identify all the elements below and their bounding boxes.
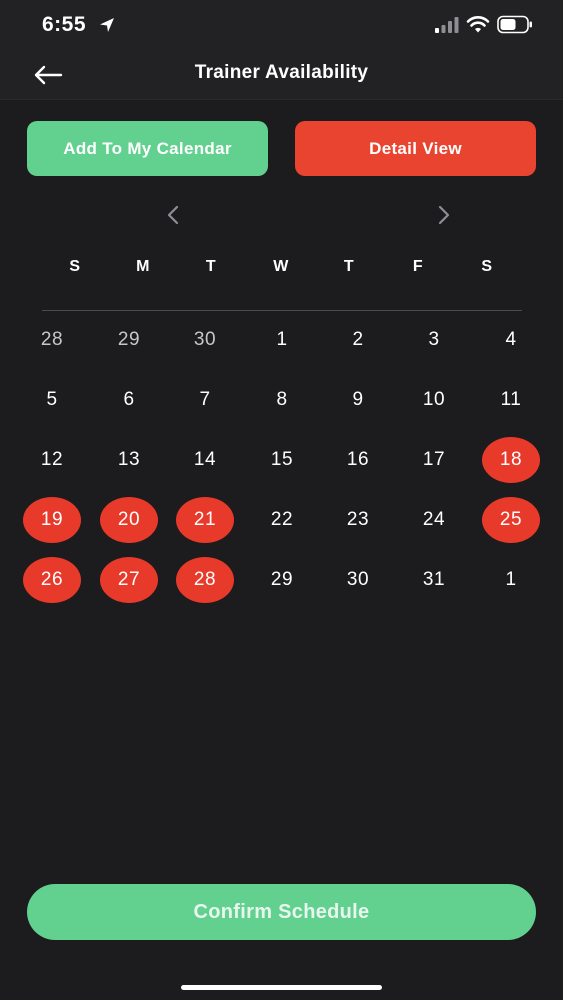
calendar-day[interactable]: 22: [252, 497, 312, 543]
wifi-icon: [466, 16, 490, 33]
calendar-day[interactable]: 30: [328, 557, 388, 603]
calendar-day[interactable]: 4: [481, 317, 541, 363]
weekday-label: F: [412, 258, 424, 275]
status-bar: 6:55: [0, 0, 563, 50]
calendar-day[interactable]: 11: [481, 377, 541, 423]
calendar-day[interactable]: 10: [404, 377, 464, 423]
battery-icon: [497, 15, 532, 34]
weekday-label: W: [273, 258, 289, 275]
confirm-schedule-button[interactable]: Confirm Schedule: [27, 884, 536, 940]
calendar-day[interactable]: 3: [404, 317, 464, 363]
calendar-day[interactable]: 13: [99, 437, 159, 483]
calendar-day-available[interactable]: 28: [176, 557, 234, 603]
calendar-day[interactable]: 1: [252, 317, 312, 363]
calendar-day[interactable]: 9: [328, 377, 388, 423]
calendar-day[interactable]: 14: [175, 437, 235, 483]
home-indicator: [181, 985, 382, 990]
calendar-day[interactable]: 23: [328, 497, 388, 543]
calendar-day-available[interactable]: 26: [23, 557, 81, 603]
weekday-label: S: [481, 258, 493, 275]
cellular-signal-icon: [435, 17, 459, 33]
calendar-day-available[interactable]: 19: [23, 497, 81, 543]
calendar-day-available[interactable]: 21: [176, 497, 234, 543]
weekday-header: SMTWTFS: [14, 258, 549, 286]
calendar-day[interactable]: 24: [404, 497, 464, 543]
calendar-day-available[interactable]: 20: [100, 497, 158, 543]
calendar-day[interactable]: 5: [22, 377, 82, 423]
calendar-day[interactable]: 29: [99, 317, 159, 363]
calendar-day-available[interactable]: 27: [100, 557, 158, 603]
status-time: 6:55: [42, 13, 87, 36]
detail-view-button[interactable]: Detail View: [295, 121, 536, 176]
calendar-day[interactable]: 31: [404, 557, 464, 603]
next-month-button[interactable]: [431, 200, 457, 230]
divider: [42, 310, 522, 311]
weekday-label: S: [69, 258, 81, 275]
calendar-day-available[interactable]: 25: [482, 497, 540, 543]
previous-month-button[interactable]: [160, 200, 186, 230]
calendar-day[interactable]: 7: [175, 377, 235, 423]
weekday-label: M: [136, 258, 150, 275]
chevron-left-icon: [167, 205, 179, 225]
nav-bar: Trainer Availability: [0, 50, 563, 100]
calendar-day[interactable]: 1: [481, 557, 541, 603]
weekday-label: T: [343, 258, 355, 275]
location-arrow-icon: [100, 18, 114, 32]
weekday-label: T: [205, 258, 217, 275]
calendar-day[interactable]: 8: [252, 377, 312, 423]
calendar-day[interactable]: 12: [22, 437, 82, 483]
page-title: Trainer Availability: [194, 62, 369, 83]
calendar-day[interactable]: 17: [404, 437, 464, 483]
calendar-day[interactable]: 30: [175, 317, 235, 363]
calendar-day[interactable]: 29: [252, 557, 312, 603]
calendar-day-available[interactable]: 18: [482, 437, 540, 483]
calendar-day[interactable]: 16: [328, 437, 388, 483]
calendar-day[interactable]: 28: [22, 317, 82, 363]
chevron-right-icon: [438, 205, 450, 225]
add-to-calendar-button[interactable]: Add To My Calendar: [27, 121, 268, 176]
calendar-day[interactable]: 2: [328, 317, 388, 363]
calendar-day[interactable]: 6: [99, 377, 159, 423]
screen: 6:55 Trainer Availability Add To My Cale…: [0, 0, 563, 1000]
calendar-day[interactable]: 15: [252, 437, 312, 483]
